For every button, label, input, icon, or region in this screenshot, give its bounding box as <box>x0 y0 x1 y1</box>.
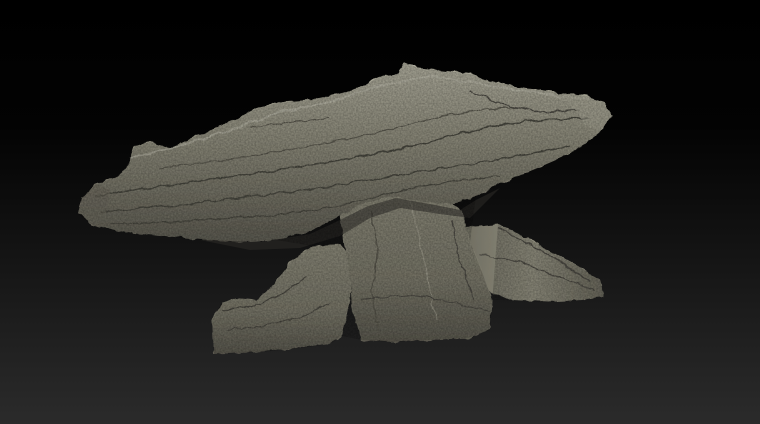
3d-viewport[interactable] <box>0 0 760 424</box>
rock-sculpt-model[interactable] <box>0 0 760 424</box>
rock-surface-grain <box>78 62 612 354</box>
